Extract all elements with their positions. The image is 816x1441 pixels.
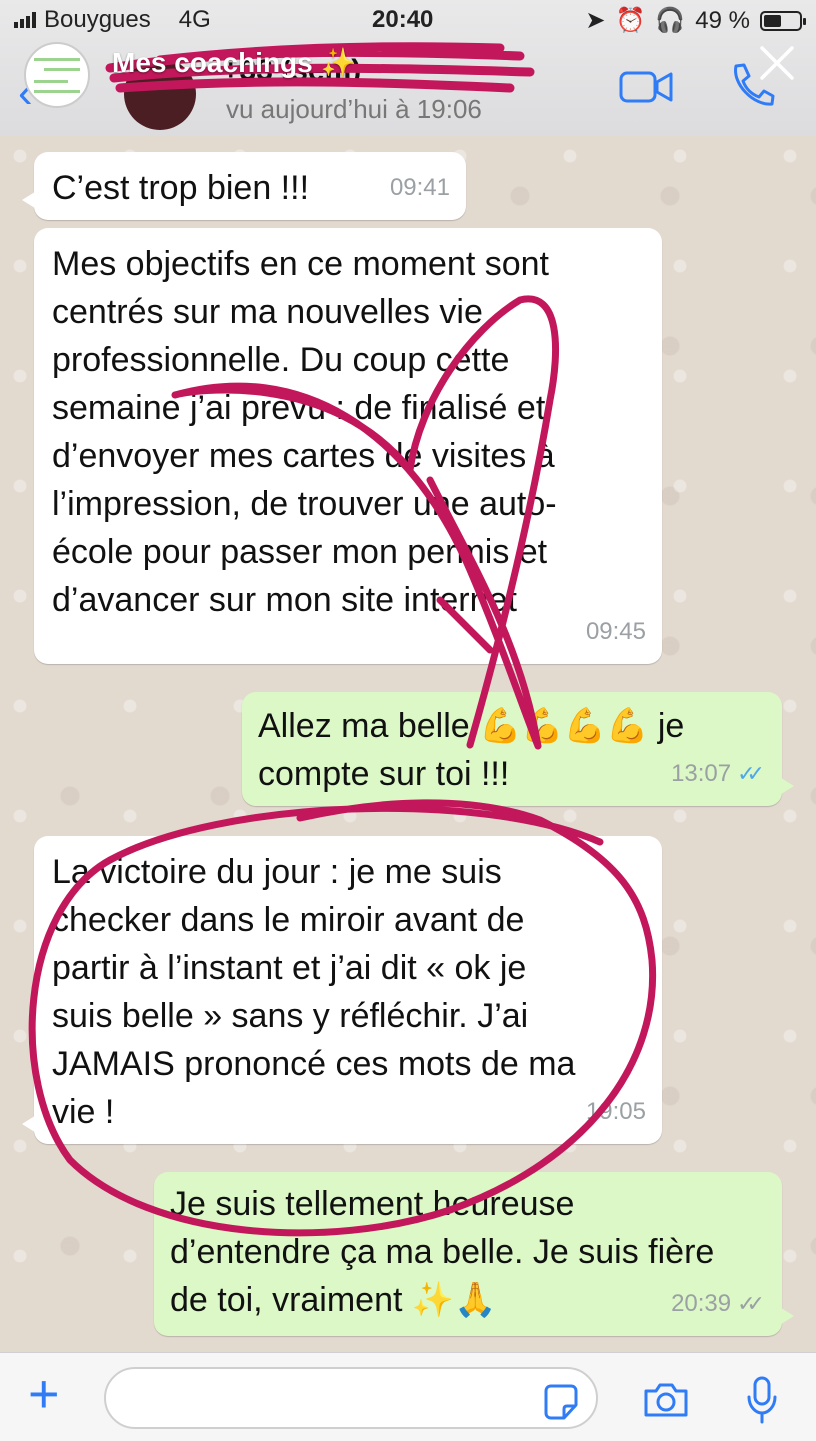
plus-icon[interactable]: + (28, 1367, 60, 1421)
message-bubble[interactable]: C’est trop bien !!! 09:41 (22, 152, 466, 220)
microphone-icon[interactable] (744, 1375, 780, 1425)
network-type: 4G (178, 6, 211, 33)
battery-icon (760, 10, 806, 31)
headphones-icon: 🎧 (655, 7, 686, 34)
battery-percent: 49 % (695, 6, 750, 34)
video-camera-icon[interactable] (618, 68, 674, 106)
story-title: Mes coachings ✨ (112, 47, 356, 78)
close-icon[interactable] (758, 44, 796, 82)
status-time: 20:40 (372, 6, 434, 33)
read-receipt-icon: ✓✓ (737, 761, 765, 786)
delivered-receipt-icon: ✓✓ (737, 1291, 765, 1316)
camera-icon[interactable] (642, 1379, 690, 1419)
message-time: 19:05 (585, 1098, 646, 1125)
signal-icon (14, 12, 36, 28)
carrier-name: Bouygues (44, 6, 151, 33)
message-text: La victoire du jour : je me suis checker… (52, 853, 576, 1131)
last-seen-status: vu aujourd’hui à 19:06 (226, 94, 482, 124)
message-time: 13:07 (671, 760, 732, 787)
chat-header: Bouygues 4G 20:40 ➤ ⏰ 🎧 49 % ‹2 +33 (sem… (0, 0, 816, 136)
story-thumbnail[interactable] (24, 42, 90, 108)
message-bubble[interactable]: Mes objectifs en ce moment sont centrés … (34, 228, 662, 664)
message-time: 09:41 (389, 174, 450, 201)
message-input[interactable] (104, 1367, 598, 1429)
message-bubble[interactable]: Allez ma belle 💪💪💪💪 je compte sur toi !!… (242, 692, 794, 806)
location-arrow-icon: ➤ (585, 7, 606, 34)
message-text: Mes objectifs en ce moment sont centrés … (52, 245, 557, 619)
message-bubble[interactable]: Je suis tellement heureuse d’entendre ça… (154, 1172, 794, 1336)
message-input-bar: + (0, 1352, 816, 1441)
message-bubble[interactable]: La victoire du jour : je me suis checker… (22, 836, 662, 1144)
status-bar: Bouygues 4G 20:40 ➤ ⏰ 🎧 49 % (0, 0, 816, 40)
message-time: 20:39 (671, 1290, 732, 1317)
sticker-icon[interactable] (540, 1381, 582, 1423)
message-text: C’est trop bien !!! (52, 169, 310, 207)
message-time: 09:45 (585, 618, 646, 645)
alarm-icon: ⏰ (615, 7, 646, 34)
